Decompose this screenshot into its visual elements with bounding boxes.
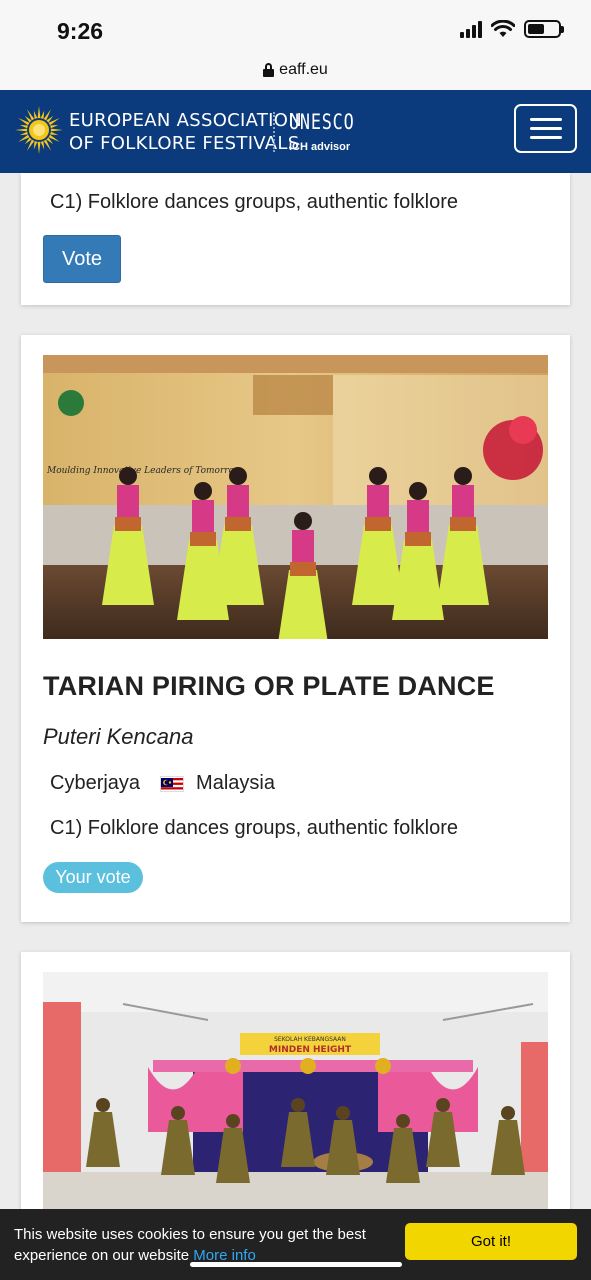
cookie-message: This website uses cookies to ensure you … [14, 1224, 384, 1266]
home-indicator [190, 1262, 402, 1267]
status-bar: 9:26 [0, 0, 591, 50]
your-vote-badge[interactable]: Your vote [43, 862, 143, 893]
photo-banner-text: MINDEN HEIGHT [269, 1045, 352, 1055]
menu-icon-bar [529, 136, 562, 139]
card-category: C1) Folklore dances groups, authentic fo… [50, 191, 458, 213]
card-category: C1) Folklore dances groups, authentic fo… [50, 817, 458, 839]
lock-icon [263, 63, 275, 77]
card-city: Cyberjaya [50, 772, 141, 794]
site-brand[interactable]: EUROPEAN ASSOCIATION OF FOLKLORE FESTIVA… [69, 109, 302, 155]
brand-line-1: EUROPEAN ASSOCIATION [69, 110, 303, 131]
site-header: EUROPEAN ASSOCIATION OF FOLKLORE FESTIVA… [0, 90, 591, 173]
url-text: eaff.eu [279, 61, 328, 78]
hamburger-menu-button[interactable] [514, 104, 577, 153]
cookie-accept-button[interactable]: Got it! [405, 1223, 577, 1260]
header-divider [273, 112, 275, 152]
photo-banner-small-text: SEKOLAH KEBANGSAAN [274, 1036, 346, 1043]
ich-advisor-label: ICH advisor [289, 141, 351, 153]
menu-icon-bar [529, 127, 562, 130]
status-time: 9:26 [57, 18, 104, 44]
card-subtitle: Puteri Kencana [43, 724, 194, 749]
cookie-text: This website uses cookies to ensure you … [14, 1226, 366, 1264]
group-photo[interactable]: SEKOLAH KEBANGSAAN MINDEN HEIGHT [43, 972, 548, 1209]
wifi-icon [491, 20, 515, 37]
malaysia-flag-icon [160, 775, 185, 792]
battery-icon [524, 20, 564, 38]
menu-icon-bar [529, 118, 562, 121]
group-card: C1) Folklore dances groups, authentic fo… [21, 173, 570, 305]
sun-logo-icon[interactable] [14, 105, 64, 155]
group-photo[interactable]: Moulding Innovative Leaders of Tomorrow [43, 355, 548, 639]
card-location: Cyberjaya Malaysia [50, 772, 275, 795]
card-country: Malaysia [196, 772, 275, 794]
cellular-signal-icon [460, 20, 482, 38]
card-title[interactable]: TARIAN PIRING OR PLATE DANCE [43, 671, 495, 702]
cookie-consent-bar: This website uses cookies to ensure you … [0, 1209, 591, 1280]
brand-line-2: OF FOLKLORE FESTIVALS [69, 133, 300, 154]
battery-level [528, 24, 544, 34]
group-card: Moulding Innovative Leaders of Tomorrow … [21, 335, 570, 922]
status-icons [460, 20, 564, 38]
vote-button[interactable]: Vote [43, 235, 121, 283]
photo-banner-text: Moulding Innovative Leaders of Tomorrow [46, 466, 242, 476]
unesco-logo: UNESCO [289, 110, 355, 134]
address-bar[interactable]: eaff.eu [0, 50, 591, 90]
